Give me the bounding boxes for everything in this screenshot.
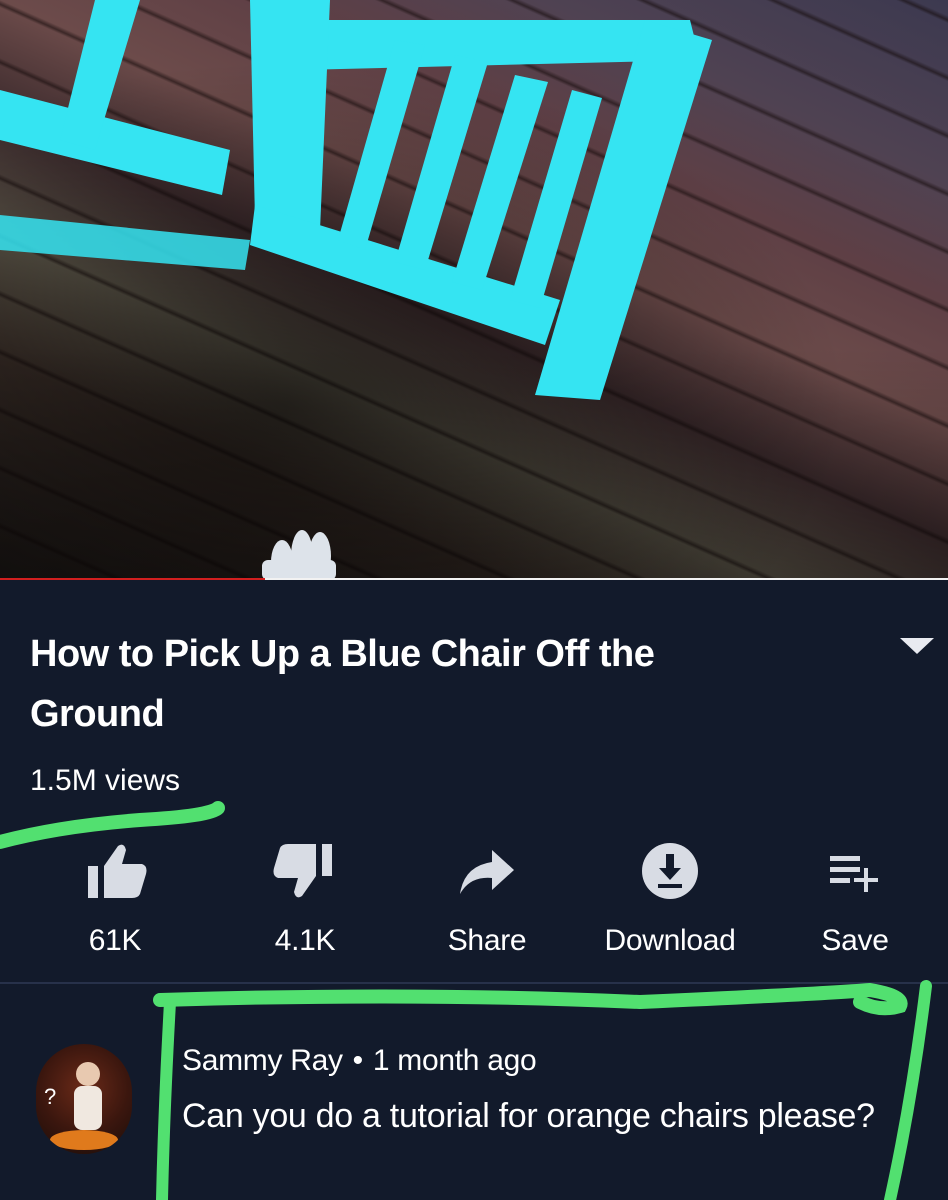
action-bar: 61K 4.1K Share Download Save bbox=[0, 836, 948, 976]
comment-body: Can you do a tutorial for orange chairs … bbox=[182, 1097, 875, 1135]
like-count: 61K bbox=[88, 924, 142, 957]
playlist-add-icon bbox=[770, 836, 940, 906]
comment-time: 1 month ago bbox=[372, 1044, 537, 1077]
download-icon bbox=[585, 836, 755, 906]
like-button[interactable]: 61K bbox=[30, 836, 200, 958]
expand-description-icon[interactable] bbox=[900, 638, 934, 654]
dislike-button[interactable]: 4.1K bbox=[220, 836, 390, 958]
thumbs-up-icon bbox=[30, 836, 200, 906]
save-label: Save bbox=[821, 924, 889, 957]
video-progress-played bbox=[0, 578, 266, 580]
dislike-count: 4.1K bbox=[274, 924, 336, 957]
download-button[interactable]: Download bbox=[585, 836, 755, 958]
section-divider bbox=[0, 982, 948, 984]
video-progress-bar[interactable] bbox=[0, 578, 948, 580]
comment-author[interactable]: Sammy Ray bbox=[182, 1044, 343, 1077]
comment-separator: • bbox=[352, 1044, 364, 1077]
avatar[interactable]: ? bbox=[36, 1044, 132, 1154]
comment-header: Sammy Ray • 1 month ago bbox=[182, 1044, 537, 1078]
share-label: Share bbox=[447, 924, 527, 957]
blue-chair-image bbox=[0, 0, 712, 580]
download-label: Download bbox=[604, 924, 736, 957]
share-button[interactable]: Share bbox=[402, 836, 572, 958]
thumbs-down-icon bbox=[220, 836, 390, 906]
view-count: 1.5M views bbox=[30, 764, 181, 797]
svg-text:?: ? bbox=[44, 1084, 56, 1109]
video-title: How to Pick Up a Blue Chair Off the Grou… bbox=[30, 633, 655, 735]
video-player[interactable] bbox=[0, 0, 948, 580]
save-button[interactable]: Save bbox=[770, 836, 940, 958]
share-arrow-icon bbox=[402, 836, 572, 906]
